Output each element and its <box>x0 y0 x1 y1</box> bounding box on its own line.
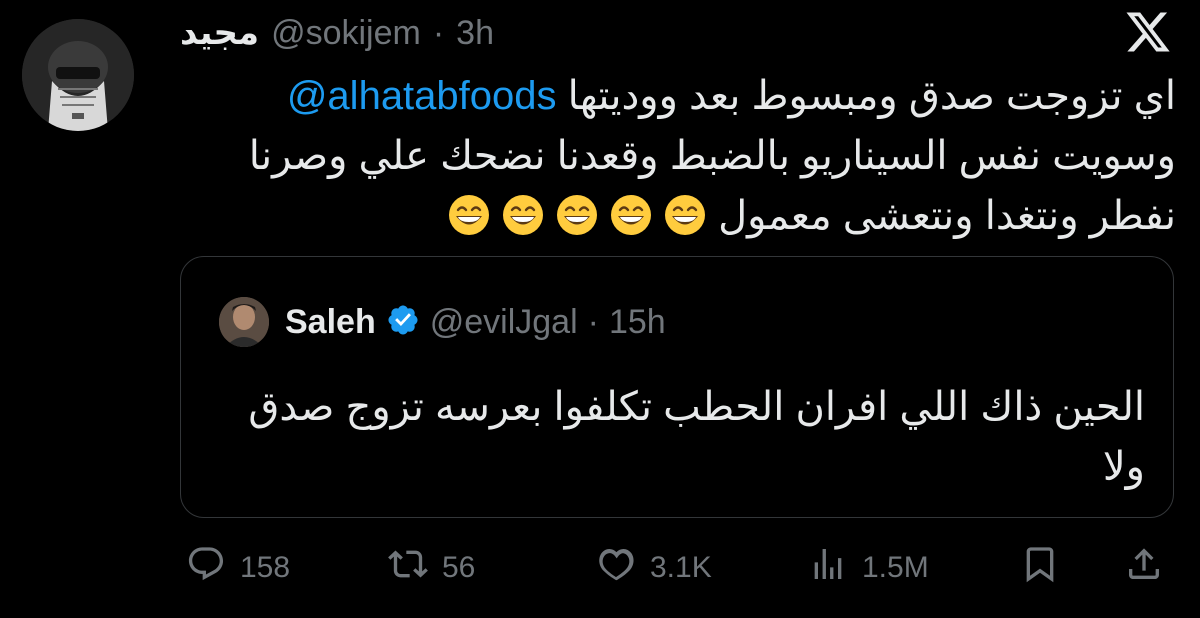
reply-icon <box>186 544 226 592</box>
repost-count: 56 <box>442 551 476 584</box>
repost-button[interactable]: 56 <box>388 536 475 600</box>
quote-header: Saleh @evilJgal · 15h <box>285 299 666 345</box>
separator-dot: · <box>587 302 599 341</box>
author-avatar[interactable] <box>22 19 134 131</box>
x-logo-icon <box>1124 8 1172 56</box>
author-display-name[interactable]: مجيد <box>180 13 259 53</box>
share-button[interactable] <box>1124 536 1164 600</box>
views-button[interactable]: 1.5M <box>808 536 929 600</box>
quote-timestamp[interactable]: 15h <box>609 303 666 342</box>
action-bar: 158 56 3.1K 1.5M <box>0 536 1200 600</box>
quote-author-handle[interactable]: @evilJgal <box>430 303 578 342</box>
tweet-text-segment: اي تزوجت صدق ومبسوط بعد ووديتها <box>556 74 1176 118</box>
bookmark-button[interactable] <box>1020 536 1060 600</box>
tweet-text: اي تزوجت صدق ومبسوط بعد ووديتها @alhatab… <box>176 66 1176 246</box>
tweet-text-line-1: اي تزوجت صدق ومبسوط بعد ووديتها @alhatab… <box>176 66 1176 126</box>
grinning-face-with-smiling-eyes-emoji <box>448 195 489 235</box>
bookmark-icon <box>1020 544 1060 592</box>
tweet-text-line-3: نفطر ونتغدا ونتعشى معمول <box>176 186 1176 246</box>
quote-text: الحين ذاك اللي افران الحطب تكلفوا بعرسه … <box>248 385 1145 489</box>
tweet-text-segment: نفطر ونتغدا ونتعشى معمول <box>718 194 1176 238</box>
separator-dot: · <box>432 13 445 52</box>
tweet-header: مجيد @sokijem · 3h <box>180 10 494 56</box>
tweet-text-line-2: وسويت نفس السيناريو بالضبط وقعدنا نضحك ع… <box>248 134 1176 178</box>
repost-icon <box>388 544 428 592</box>
share-icon <box>1124 544 1164 592</box>
views-chart-icon <box>808 544 848 592</box>
quote-tweet-card[interactable]: Saleh @evilJgal · 15h الحين ذاك اللي افر… <box>180 256 1174 518</box>
views-count: 1.5M <box>862 551 929 584</box>
grinning-face-with-smiling-eyes-emoji <box>664 195 705 235</box>
like-count: 3.1K <box>650 551 712 584</box>
heart-icon <box>596 544 636 592</box>
emoji-row <box>437 194 707 238</box>
quote-avatar-image <box>219 297 269 347</box>
reply-button[interactable]: 158 <box>186 536 290 600</box>
author-handle[interactable]: @sokijem <box>271 14 421 53</box>
grinning-face-with-smiling-eyes-emoji <box>502 195 543 235</box>
like-button[interactable]: 3.1K <box>596 536 712 600</box>
grinning-face-with-smiling-eyes-emoji <box>556 195 597 235</box>
verified-badge-icon <box>386 303 420 342</box>
tweet-timestamp[interactable]: 3h <box>456 14 494 53</box>
mention-link[interactable]: @alhatabfoods <box>287 74 557 118</box>
quote-author-avatar[interactable] <box>219 297 269 347</box>
reply-count: 158 <box>240 551 291 584</box>
quote-author-name[interactable]: Saleh <box>285 303 376 342</box>
avatar-image <box>22 19 134 131</box>
grinning-face-with-smiling-eyes-emoji <box>610 195 651 235</box>
